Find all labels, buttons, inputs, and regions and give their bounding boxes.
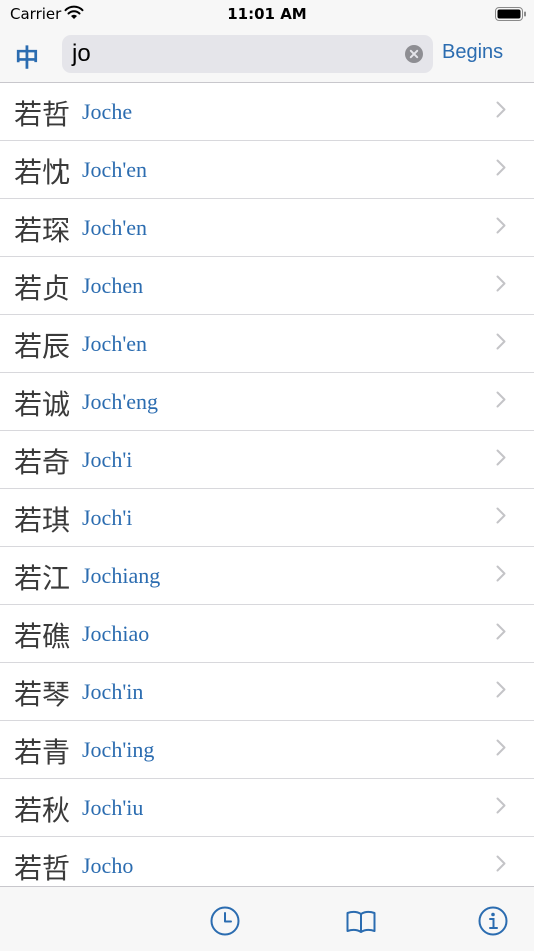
- clear-icon[interactable]: [405, 45, 423, 63]
- entry-hanzi: 若哲: [14, 98, 71, 131]
- entry-romanization: Joch'iu: [82, 795, 144, 820]
- entry-hanzi: 若琪: [14, 504, 71, 537]
- chevron-right-icon: [496, 797, 506, 814]
- entry-hanzi: 若忱: [14, 156, 71, 189]
- list-item[interactable]: 若青 Joch'ing: [0, 721, 534, 779]
- entry-romanization: Joch'en: [82, 157, 148, 182]
- entry-hanzi: 若青: [14, 736, 71, 769]
- chevron-right-icon: [496, 159, 506, 176]
- language-toggle-button[interactable]: 中: [15, 38, 39, 73]
- chevron-right-icon: [496, 855, 506, 872]
- list-item[interactable]: 若哲 Jocho: [0, 837, 534, 886]
- search-field[interactable]: jo: [62, 35, 433, 73]
- list-item[interactable]: 若琪 Joch'i: [0, 489, 534, 547]
- chevron-right-icon: [496, 391, 506, 408]
- list-item[interactable]: 若诚 Joch'eng: [0, 373, 534, 431]
- tab-bar: [0, 886, 534, 951]
- list-item[interactable]: 若忱 Joch'en: [0, 141, 534, 199]
- entry-hanzi: 若贞: [14, 272, 71, 305]
- entry-hanzi: 若辰: [14, 330, 71, 363]
- list-item[interactable]: 若哲 Joche: [0, 83, 534, 141]
- entry-hanzi: 若江: [14, 562, 71, 595]
- entry-hanzi: 若琛: [14, 214, 71, 247]
- entry-hanzi: 若秋: [14, 794, 71, 827]
- book-icon[interactable]: [345, 905, 377, 937]
- list-item[interactable]: 若贞 Jochen: [0, 257, 534, 315]
- entry-romanization: Jochiang: [82, 563, 161, 588]
- entry-romanization: Jochiao: [82, 621, 150, 646]
- search-input[interactable]: jo: [72, 40, 91, 68]
- search-mode-button[interactable]: Begins: [442, 41, 503, 64]
- entry-hanzi: 若礁: [14, 620, 71, 653]
- list-item[interactable]: 若江 Jochiang: [0, 547, 534, 605]
- entry-romanization: Joch'i: [82, 447, 133, 472]
- entry-romanization: Joch'en: [82, 215, 148, 240]
- entry-romanization: Joch'in: [82, 679, 144, 704]
- list-item[interactable]: 若琛 Joch'en: [0, 199, 534, 257]
- chevron-right-icon: [496, 217, 506, 234]
- clock-icon[interactable]: [209, 905, 241, 937]
- chevron-right-icon: [496, 681, 506, 698]
- entry-romanization: Jocho: [82, 853, 134, 878]
- chevron-right-icon: [496, 739, 506, 756]
- entry-romanization: Jochen: [82, 273, 144, 298]
- results-list: 若哲 Joche 若忱 Joch'en 若琛 Joch'en 若贞 Jochen 若辰 Joch'…: [0, 83, 534, 886]
- chevron-right-icon: [496, 565, 506, 582]
- chevron-right-icon: [496, 507, 506, 524]
- status-bar: Carrier 11:01 AM: [0, 0, 534, 28]
- list-item[interactable]: 若礁 Jochiao: [0, 605, 534, 663]
- list-item[interactable]: 若琴 Joch'in: [0, 663, 534, 721]
- chevron-right-icon: [496, 623, 506, 640]
- entry-hanzi: 若奇: [14, 446, 71, 479]
- entry-romanization: Joch'en: [82, 331, 148, 356]
- status-time: 11:01 AM: [227, 5, 307, 23]
- entry-hanzi: 若琴: [14, 678, 71, 711]
- entry-romanization: Joch'eng: [82, 389, 159, 414]
- search-bar: 中 jo Begins: [0, 28, 534, 83]
- list-item[interactable]: 若奇 Joch'i: [0, 431, 534, 489]
- entry-romanization: Joch'i: [82, 505, 133, 530]
- chevron-right-icon: [496, 275, 506, 292]
- chevron-right-icon: [496, 333, 506, 350]
- entry-hanzi: 若诚: [14, 388, 71, 421]
- entry-romanization: Joch'ing: [82, 737, 155, 762]
- battery-icon: [495, 7, 526, 21]
- entry-romanization: Joche: [82, 99, 133, 124]
- list-item[interactable]: 若秋 Joch'iu: [0, 779, 534, 837]
- chevron-right-icon: [496, 449, 506, 466]
- list-item[interactable]: 若辰 Joch'en: [0, 315, 534, 373]
- entry-hanzi: 若哲: [14, 852, 71, 885]
- chevron-right-icon: [496, 101, 506, 118]
- info-icon[interactable]: [477, 905, 509, 937]
